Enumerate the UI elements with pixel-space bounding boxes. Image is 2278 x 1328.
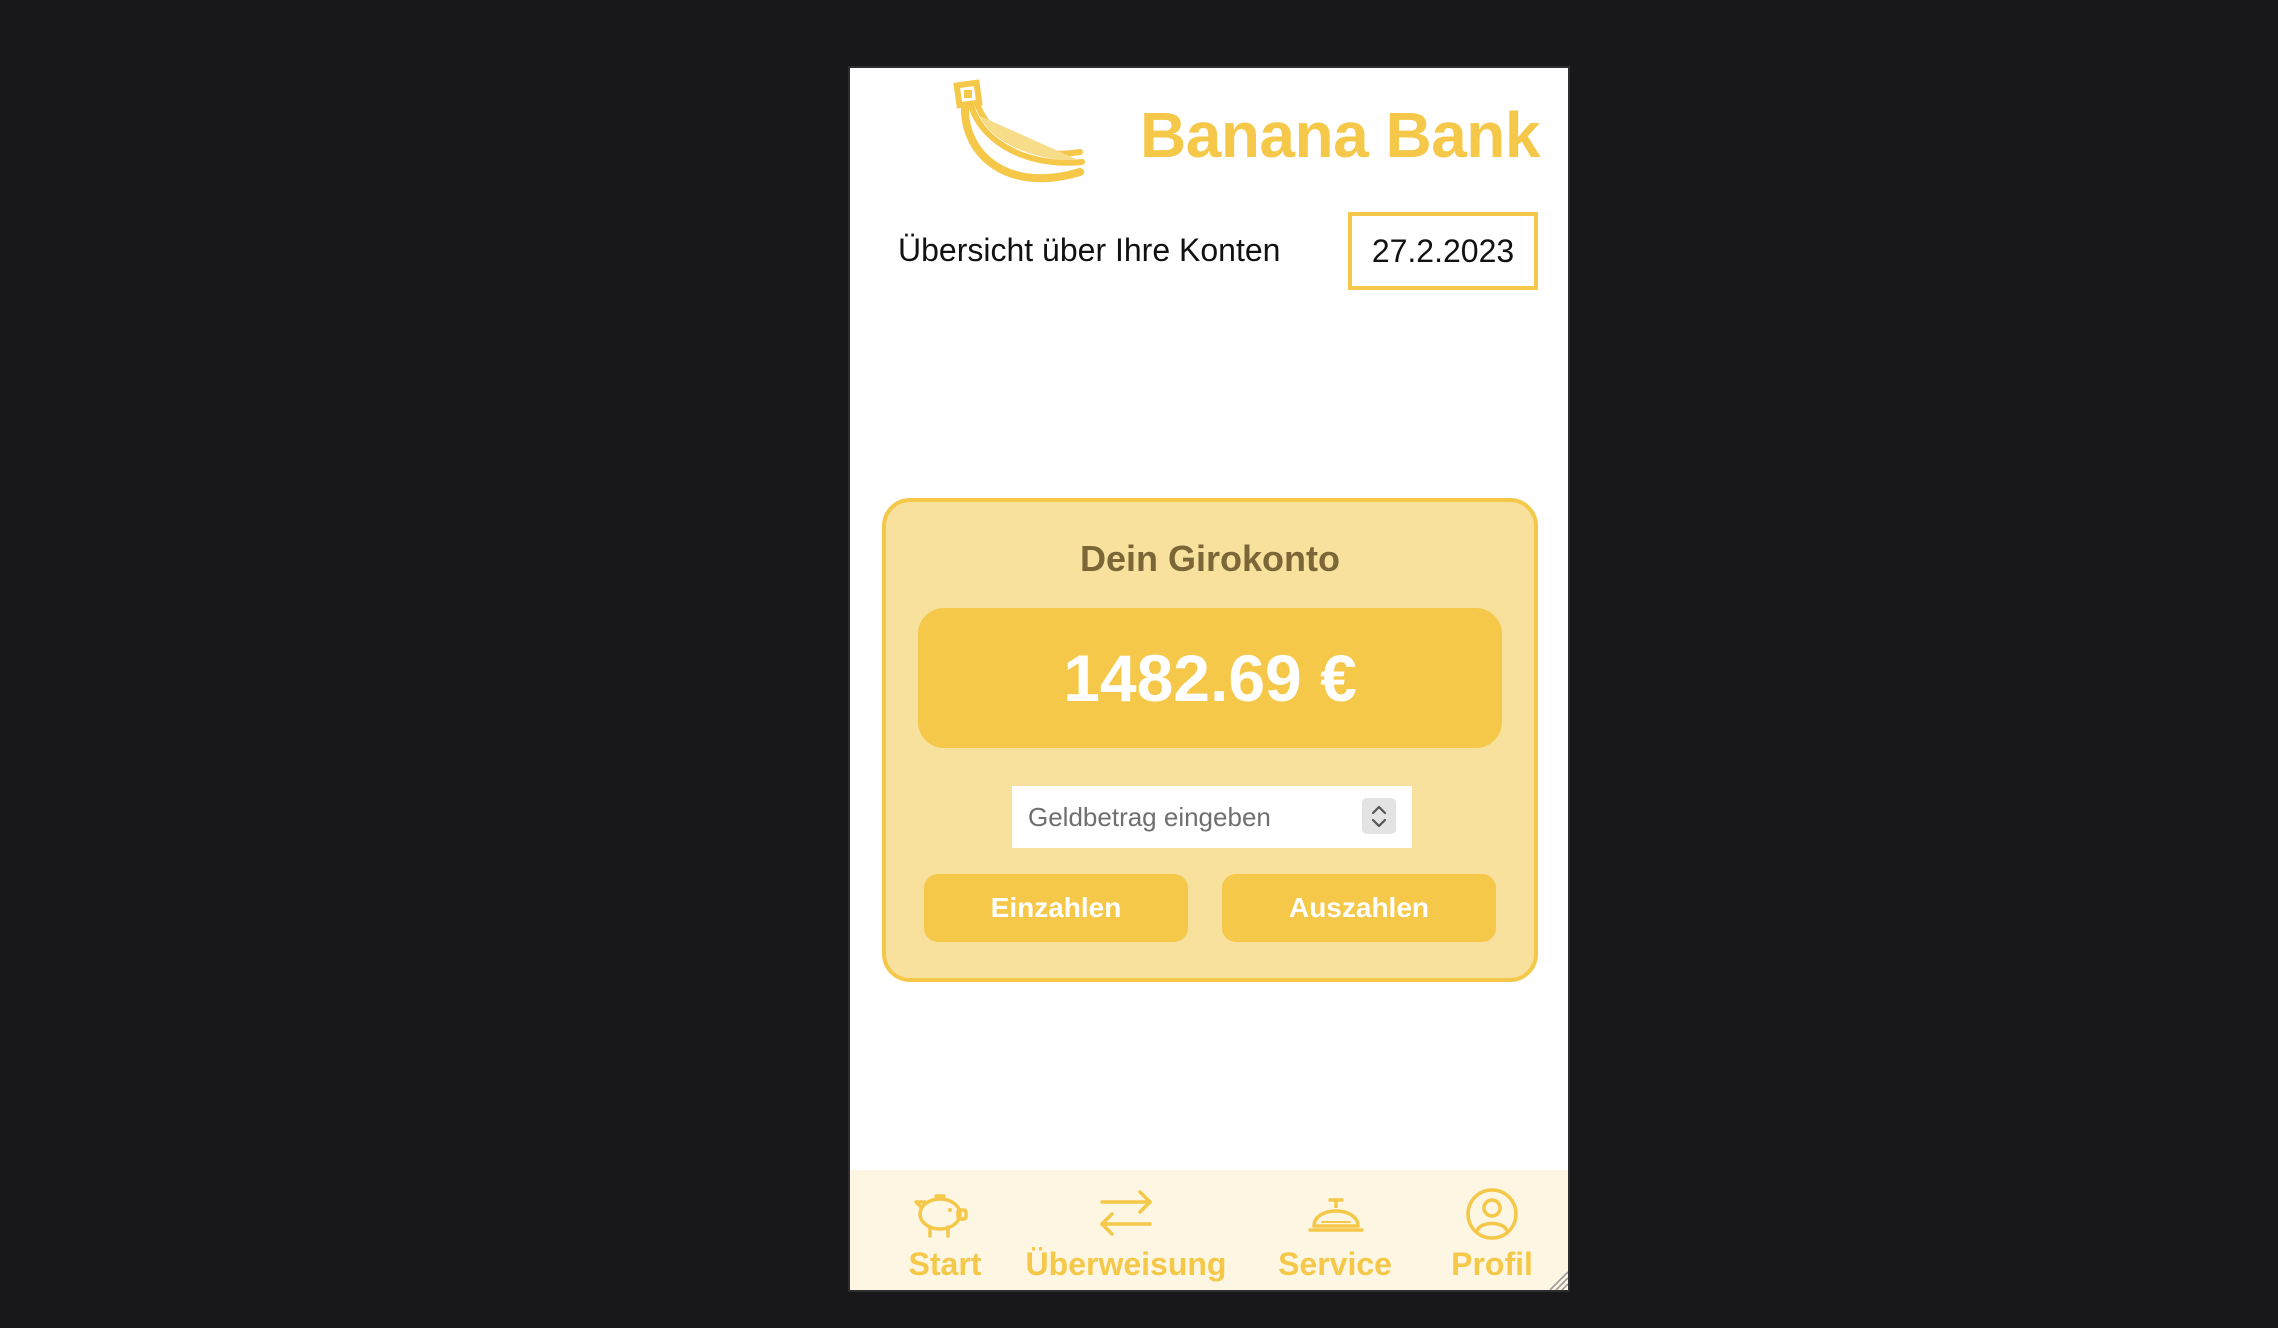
nav-item-service[interactable]: Service [1270,1170,1400,1290]
withdraw-button[interactable]: Auszahlen [1222,874,1496,942]
resize-grip-icon[interactable] [1544,1266,1570,1292]
deposit-button-label: Einzahlen [990,892,1122,923]
piggy-bank-icon [914,1194,968,1238]
banana-icon [953,79,1085,183]
stepper-arrows-icon [1371,805,1387,828]
nav-label-start: Start [908,1246,982,1282]
amount-input-container [1012,786,1412,848]
account-card: Dein Girokonto 1482.69 € Einzahlen Ausza… [882,498,1538,982]
balance-value: 1482.69 € [1063,641,1357,715]
bottom-navigation: Start Überweisung Service Profil [850,1170,1570,1292]
nav-label-profile: Profil [1451,1246,1533,1282]
nav-item-transfer[interactable]: Überweisung [1020,1170,1232,1290]
account-title: Dein Girokonto [1080,538,1340,579]
nav-item-start[interactable]: Start [890,1170,1000,1290]
app-window: Banana Bank Übersicht über Ihre Konten 2… [848,66,1570,1292]
withdraw-button-label: Auszahlen [1288,892,1430,923]
profile-icon [1466,1188,1518,1240]
nav-label-service: Service [1278,1246,1392,1282]
account-balance: 1482.69 € [918,608,1502,748]
transfer-arrows-icon [1100,1190,1152,1236]
service-bell-icon [1308,1198,1364,1232]
brand-title: Banana Bank [1140,99,1540,171]
date-value: 27.2.2023 [1371,232,1515,269]
deposit-button[interactable]: Einzahlen [924,874,1188,942]
nav-item-profile[interactable]: Profil [1432,1170,1552,1290]
date-display: 27.2.2023 [1348,212,1538,290]
amount-stepper[interactable] [1362,798,1396,834]
nav-label-transfer: Überweisung [1025,1246,1227,1282]
overview-label: Übersicht über Ihre Konten [898,232,1281,268]
amount-input[interactable] [1012,786,1352,848]
